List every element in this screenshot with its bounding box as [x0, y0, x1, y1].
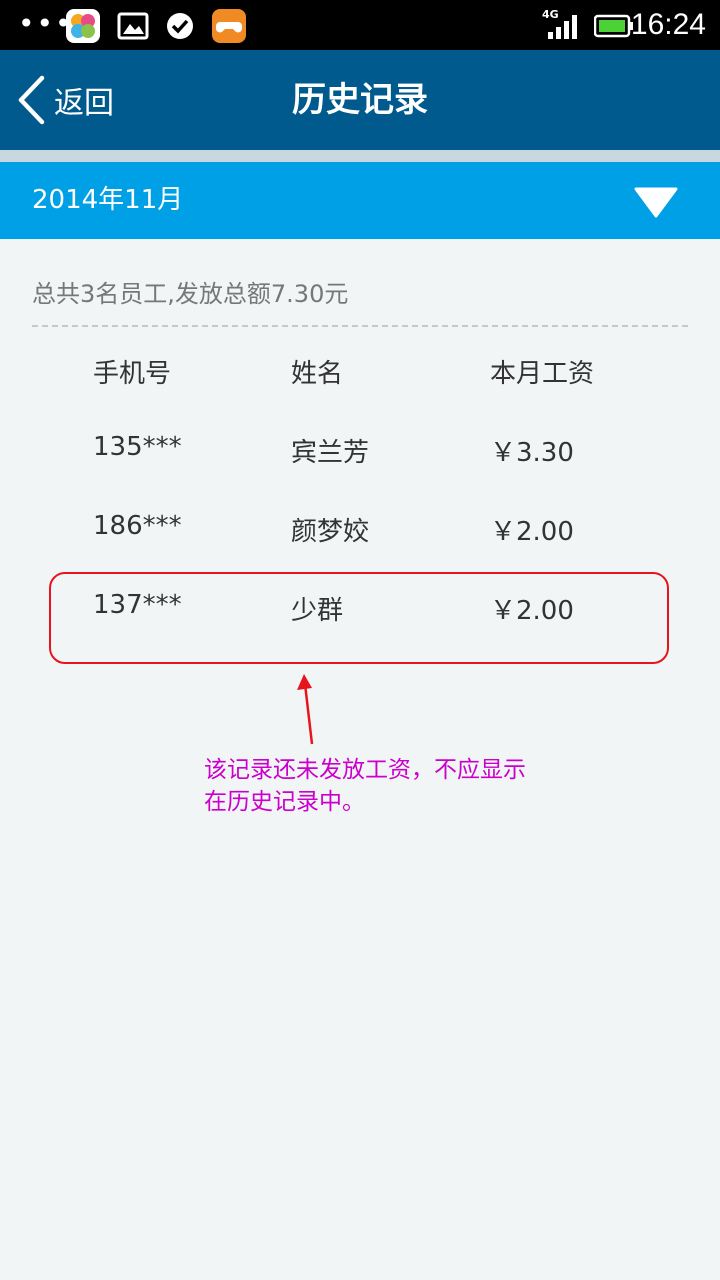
salary-cell: ￥2.00 [490, 517, 574, 547]
clock: 16:24 [630, 8, 706, 41]
divider [0, 150, 720, 162]
back-button[interactable]: 返回 [16, 72, 136, 128]
chevron-left-icon [18, 75, 45, 125]
phone-cell: 186*** [93, 511, 182, 541]
dashed-divider [32, 325, 688, 327]
back-label: 返回 [54, 86, 114, 121]
annotation-arrow-icon [297, 674, 314, 745]
name-cell: 颜梦姣 [291, 517, 370, 547]
flower-app-icon [66, 9, 100, 43]
annotation-highlight-box [49, 572, 669, 664]
game-controller-icon [212, 9, 246, 43]
salary-cell: ￥3.30 [490, 438, 574, 468]
month-label: 2014年11月 [32, 185, 184, 215]
gallery-icon [116, 9, 150, 43]
table-row: 135*** 宾兰芳 ￥3.30 [0, 432, 720, 482]
annotation-note: 该记录还未发放工资，不应显示在历史记录中。 [204, 757, 526, 815]
column-header-name: 姓名 [291, 359, 344, 389]
table-header: 手机号 姓名 本月工资 [0, 353, 720, 403]
month-dropdown[interactable]: 2014年11月 [0, 162, 720, 239]
column-header-phone: 手机号 [93, 359, 172, 389]
table-row: 186*** 颜梦姣 ￥2.00 [0, 511, 720, 561]
battery-icon [593, 14, 634, 42]
status-bar: ••• 4G 16:24 [0, 0, 720, 50]
summary-text: 总共3名员工,发放总额7.30元 [32, 280, 349, 308]
column-header-salary: 本月工资 [490, 359, 595, 389]
phone-cell: 135*** [93, 432, 182, 462]
title-bar: 返回 历史记录 [0, 50, 720, 150]
check-icon [163, 9, 197, 43]
name-cell: 宾兰芳 [291, 438, 370, 468]
dropdown-triangle-icon [634, 187, 678, 218]
signal-icon [546, 14, 582, 44]
screen: ••• 4G 16:24 返回 历史记录 2014年11月 总共3名员工,发放总… [0, 0, 720, 1280]
